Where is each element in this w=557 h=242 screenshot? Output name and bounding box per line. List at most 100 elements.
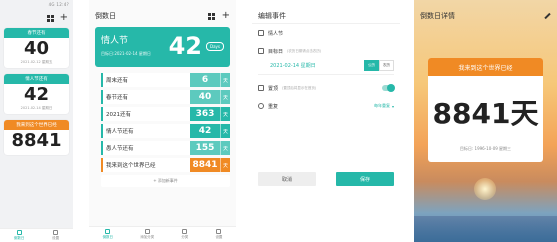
card-header: 春节还有 bbox=[4, 28, 69, 38]
nav-countdown[interactable]: 倒数日 bbox=[103, 229, 113, 240]
countdown-card[interactable]: 春节还有 40 2021.02.12 星期五 bbox=[4, 28, 69, 68]
nav-settings[interactable]: 设置 bbox=[215, 229, 222, 240]
repeat-icon bbox=[258, 103, 264, 109]
event-unit: 天 bbox=[220, 90, 230, 104]
detail-header: 我来到这个世界已经 bbox=[428, 58, 543, 76]
event-row[interactable]: 情人节还有 42 天 bbox=[101, 124, 230, 138]
event-label: 情人节还有 bbox=[101, 124, 190, 138]
countdown-card[interactable]: 我来到这个世界已经 8841 bbox=[4, 120, 69, 155]
category-icon bbox=[182, 229, 188, 234]
edit-icon bbox=[144, 229, 150, 234]
repeat-row: 重复 每年重复 ▾ bbox=[252, 97, 400, 115]
phone-home-list: 4G 12:4? + 春节还有 40 2021.02.12 星期五 情人节还有 42 20… bbox=[0, 0, 73, 242]
card-header: 情人节还有 bbox=[4, 74, 69, 84]
cancel-button[interactable]: 取消 bbox=[258, 172, 316, 186]
pin-row: 置顶 (置顶后将显示在首页) bbox=[252, 79, 400, 97]
toolbar: 倒数日详情 bbox=[414, 8, 557, 24]
seg-lunar[interactable]: 农历 bbox=[379, 59, 394, 71]
event-unit: 天 bbox=[220, 124, 230, 138]
bottom-nav: 倒数日 设置 bbox=[0, 228, 73, 242]
pin-icon bbox=[258, 85, 264, 91]
card-value: 8841 bbox=[11, 130, 62, 151]
seg-solar[interactable]: 公历 bbox=[364, 59, 379, 71]
event-label: 春节还有 bbox=[101, 90, 190, 104]
event-value: 6 bbox=[190, 73, 220, 87]
featured-event-card[interactable]: 情人节 目标日:2021-02-14 星期日 42 Days bbox=[95, 27, 230, 67]
event-value: 42 bbox=[190, 124, 220, 138]
detail-target-date: 目标日: 1996-10-09 星期三 bbox=[459, 146, 512, 151]
add-icon[interactable]: + bbox=[222, 11, 230, 21]
target-date-row: 目标日 (农历日期请点击农历) bbox=[252, 42, 400, 60]
event-label: 2021还有 bbox=[101, 107, 190, 121]
event-row[interactable]: 春节还有 40 天 bbox=[101, 90, 230, 104]
grid-icon[interactable] bbox=[207, 12, 215, 20]
hero-date: 目标日:2021-02-14 星期日 bbox=[101, 51, 151, 56]
calendar-type-toggle: 公历 农历 bbox=[364, 59, 394, 71]
date-value[interactable]: 2021-02-14 星期日 bbox=[270, 62, 316, 69]
status-bar bbox=[414, 0, 557, 8]
event-label: 愚人节还有 bbox=[101, 141, 190, 155]
event-unit: 天 bbox=[220, 158, 230, 172]
event-label: 我来到这个世界已经 bbox=[101, 158, 190, 172]
page-title: 编辑事件 bbox=[258, 11, 286, 20]
status-text: 4G 12:4? bbox=[48, 1, 69, 7]
settings-icon bbox=[53, 230, 59, 235]
event-label: 周末还有 bbox=[101, 73, 190, 87]
card-header: 我来到这个世界已经 bbox=[4, 120, 69, 130]
phone-event-detail: 倒数日详情 我来到这个世界已经 8841天 目标日: 1996-10-09 星期… bbox=[414, 0, 557, 242]
nav-countdown[interactable]: 倒数日 bbox=[14, 230, 24, 241]
calendar-icon bbox=[16, 230, 22, 235]
nav-settings[interactable]: 设置 bbox=[52, 230, 59, 241]
page-title: 倒数日 bbox=[95, 12, 116, 20]
countdown-card[interactable]: 情人节还有 42 2021.02.14 星期日 bbox=[4, 74, 69, 114]
status-bar: 4G 12:4? bbox=[0, 0, 73, 8]
event-value: 363 bbox=[190, 107, 220, 121]
repeat-select[interactable]: 每年重复 ▾ bbox=[374, 103, 394, 109]
calendar-icon bbox=[258, 48, 264, 54]
nav-add-category[interactable]: 添加分类 bbox=[140, 229, 154, 240]
phone-edit-event: 编辑事件 情人节 目标日 (农历日期请点击农历) 2021-02-14 星期日 … bbox=[252, 0, 400, 242]
card-date: 2021.02.14 星期日 bbox=[20, 106, 53, 110]
detail-card: 我来到这个世界已经 8841天 目标日: 1996-10-09 星期三 bbox=[428, 58, 543, 162]
card-date bbox=[4, 152, 69, 155]
card-value: 42 bbox=[23, 84, 50, 105]
landscape-background bbox=[414, 216, 557, 242]
edit-icon[interactable] bbox=[544, 12, 551, 20]
save-button[interactable]: 保存 bbox=[336, 172, 394, 186]
status-bar bbox=[89, 0, 236, 8]
detail-value: 8841天 bbox=[432, 97, 539, 130]
page-title: 倒数日详情 bbox=[420, 12, 455, 20]
card-date: 2021.02.12 星期五 bbox=[20, 60, 53, 64]
add-icon[interactable]: + bbox=[60, 13, 68, 23]
event-row[interactable]: 愚人节还有 155 天 bbox=[101, 141, 230, 155]
event-list: 周末还有 6 天春节还有 40 天 2021还有 363 天情人节还有 42 天愚人节还有 155 天… bbox=[101, 73, 230, 172]
event-name-field[interactable]: 情人节 bbox=[252, 24, 400, 42]
action-buttons: 取消 保存 bbox=[258, 172, 394, 186]
divider bbox=[258, 74, 394, 75]
event-unit: 天 bbox=[220, 107, 230, 121]
toolbar: + bbox=[0, 8, 73, 28]
calendar-icon bbox=[105, 229, 111, 234]
event-unit: 天 bbox=[220, 73, 230, 87]
event-value: 8841 bbox=[190, 158, 220, 172]
card-value: 40 bbox=[23, 38, 50, 59]
chevron-down-icon: ▾ bbox=[391, 103, 394, 109]
event-row[interactable]: 我来到这个世界已经 8841 天 bbox=[101, 158, 230, 172]
add-event-button[interactable]: + 添加新事件 bbox=[101, 175, 230, 187]
event-value: 40 bbox=[190, 90, 220, 104]
event-row[interactable]: 2021还有 363 天 bbox=[101, 107, 230, 121]
bottom-nav: 倒数日 添加分类 分类 设置 bbox=[89, 226, 236, 242]
hero-title: 情人节 bbox=[101, 36, 129, 46]
edit-icon bbox=[258, 30, 264, 36]
grid-icon[interactable] bbox=[46, 14, 54, 22]
nav-category[interactable]: 分类 bbox=[181, 229, 188, 240]
pin-toggle[interactable] bbox=[382, 84, 395, 92]
event-unit: 天 bbox=[220, 141, 230, 155]
event-row[interactable]: 周末还有 6 天 bbox=[101, 73, 230, 87]
event-value: 155 bbox=[190, 141, 220, 155]
sun-glow bbox=[474, 178, 496, 200]
toolbar: 倒数日 + bbox=[89, 8, 236, 24]
hero-value: 42 bbox=[168, 32, 202, 60]
hero-unit: Days bbox=[206, 42, 224, 51]
settings-icon bbox=[216, 229, 222, 234]
